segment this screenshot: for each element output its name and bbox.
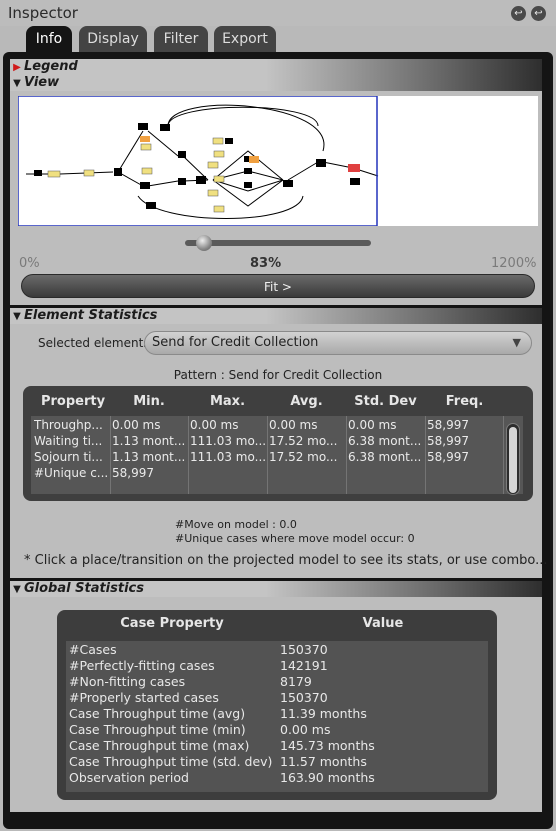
combo-value: Send for Credit Collection — [152, 335, 319, 350]
table-cell: 11.39 months — [280, 706, 367, 721]
column-header[interactable]: Case Property — [66, 616, 278, 631]
process-model-view[interactable] — [17, 95, 538, 227]
table-cell: 142191 — [280, 658, 328, 673]
process-model-graph[interactable] — [17, 95, 538, 227]
zoom-slider-thumb[interactable] — [195, 235, 212, 251]
table-cell: 150370 — [280, 642, 328, 657]
hint-text: * Click a place/transition on the projec… — [24, 553, 548, 568]
table-scrollbar[interactable] — [506, 423, 520, 495]
collapse-arrow-icon: ▼ — [13, 311, 21, 322]
table-cell: 0.00 ms — [348, 418, 397, 432]
table-cell: Case Throughput time (min) — [69, 722, 246, 737]
collapse-arrow-icon: ▼ — [13, 584, 21, 595]
collapse-icon[interactable]: ↩ — [531, 6, 546, 21]
table-cell: 58,997 — [427, 434, 469, 448]
column-header[interactable]: Property — [31, 394, 115, 409]
table-cell: 1.13 mont... — [112, 434, 186, 448]
table-cell: 150370 — [280, 690, 328, 705]
table-cell: 58,997 — [427, 418, 469, 432]
section-title: Legend — [24, 59, 78, 74]
table-cell: 58,997 — [427, 450, 469, 464]
table-cell: Observation period — [69, 770, 189, 785]
table-cell: 0.00 ms — [280, 722, 331, 737]
table-cell: Sojourn ti... — [34, 450, 103, 464]
table-cell: Case Throughput time (std. dev) — [69, 754, 273, 769]
fit-button[interactable]: Fit > — [21, 274, 535, 298]
undock-icon[interactable]: ↩ — [511, 6, 526, 21]
table-cell: 17.52 mo... — [269, 450, 338, 464]
pattern-label: Pattern : Send for Credit Collection — [173, 368, 383, 382]
global-statistics-header[interactable]: ▼ Global Statistics — [10, 581, 542, 597]
column-header[interactable]: Max. — [188, 394, 267, 409]
table-cell: 0.00 ms — [190, 418, 239, 432]
zoom-current-label: 83% — [250, 256, 282, 271]
section-title: View — [24, 75, 60, 90]
table-cell: 145.73 months — [280, 738, 375, 753]
legend-section-header[interactable]: ▶ Legend — [10, 59, 542, 75]
table-cell: 0.00 ms — [269, 418, 318, 432]
title-bar: Inspector ↩ ↩ — [0, 0, 556, 26]
table-cell: 58,997 — [112, 466, 154, 480]
column-header[interactable]: Value — [278, 616, 488, 631]
table-cell: 6.38 mont... — [348, 450, 422, 464]
collapse-arrow-icon: ▼ — [13, 78, 21, 89]
table-cell: 6.38 mont... — [348, 434, 422, 448]
table-cell: Case Throughput time (max) — [69, 738, 250, 753]
table-cell: Throughp... — [34, 418, 103, 432]
table-cell: 8179 — [280, 674, 312, 689]
window-title: Inspector — [8, 4, 78, 22]
column-header[interactable]: Avg. — [267, 394, 346, 409]
table-cell: Waiting ti... — [34, 434, 103, 448]
table-cell: 17.52 mo... — [269, 434, 338, 448]
tab-filter[interactable]: Filter — [154, 26, 208, 52]
chevron-down-icon: ▼ — [512, 336, 521, 349]
tab-info[interactable]: Info — [26, 26, 72, 52]
table-cell: 11.57 months — [280, 754, 367, 769]
expand-arrow-icon: ▶ — [13, 62, 21, 73]
table-cell: 111.03 mo... — [190, 450, 265, 464]
table-cell: #Properly started cases — [69, 690, 219, 705]
column-header[interactable]: Std. Dev — [346, 394, 425, 409]
inspector-window: Inspector ↩ ↩ Info Display Filter Export… — [0, 0, 556, 831]
table-cell: 163.90 months — [280, 770, 375, 785]
element-statistics-header[interactable]: ▼ Element Statistics — [10, 308, 542, 324]
zoom-max-label: 1200% — [491, 256, 537, 271]
section-title: Element Statistics — [24, 308, 158, 323]
table-cell: 1.13 mont... — [112, 450, 186, 464]
column-header[interactable]: Freq. — [425, 394, 504, 409]
zoom-slider-track[interactable] — [185, 240, 371, 246]
table-cell: #Cases — [69, 642, 117, 657]
element-stats-table: Property Min. Max. Avg. Std. Dev Freq. T… — [23, 386, 533, 501]
column-header[interactable]: Min. — [110, 394, 188, 409]
selected-elements-label: Selected elements* — [38, 336, 156, 350]
scrollbar-thumb[interactable] — [509, 427, 517, 493]
tab-display[interactable]: Display — [79, 26, 147, 52]
tab-bar: Info Display Filter Export — [0, 26, 556, 54]
view-section-header[interactable]: ▼ View — [10, 75, 542, 91]
table-cell: 111.03 mo... — [190, 434, 265, 448]
table-cell: #Unique c... — [34, 466, 108, 480]
move-on-model-label: #Move on model : 0.0 — [175, 518, 297, 531]
table-cell: Case Throughput time (avg) — [69, 706, 246, 721]
table-cell: #Perfectly-fitting cases — [69, 658, 215, 673]
section-title: Global Statistics — [24, 581, 144, 596]
unique-cases-label: #Unique cases where move model occur: 0 — [175, 532, 415, 545]
selected-elements-combo[interactable]: Send for Credit Collection ▼ — [144, 331, 532, 355]
zoom-min-label: 0% — [19, 256, 40, 271]
tab-export[interactable]: Export — [214, 26, 276, 52]
table-cell: 0.00 ms — [112, 418, 161, 432]
table-cell: #Non-fitting cases — [69, 674, 186, 689]
